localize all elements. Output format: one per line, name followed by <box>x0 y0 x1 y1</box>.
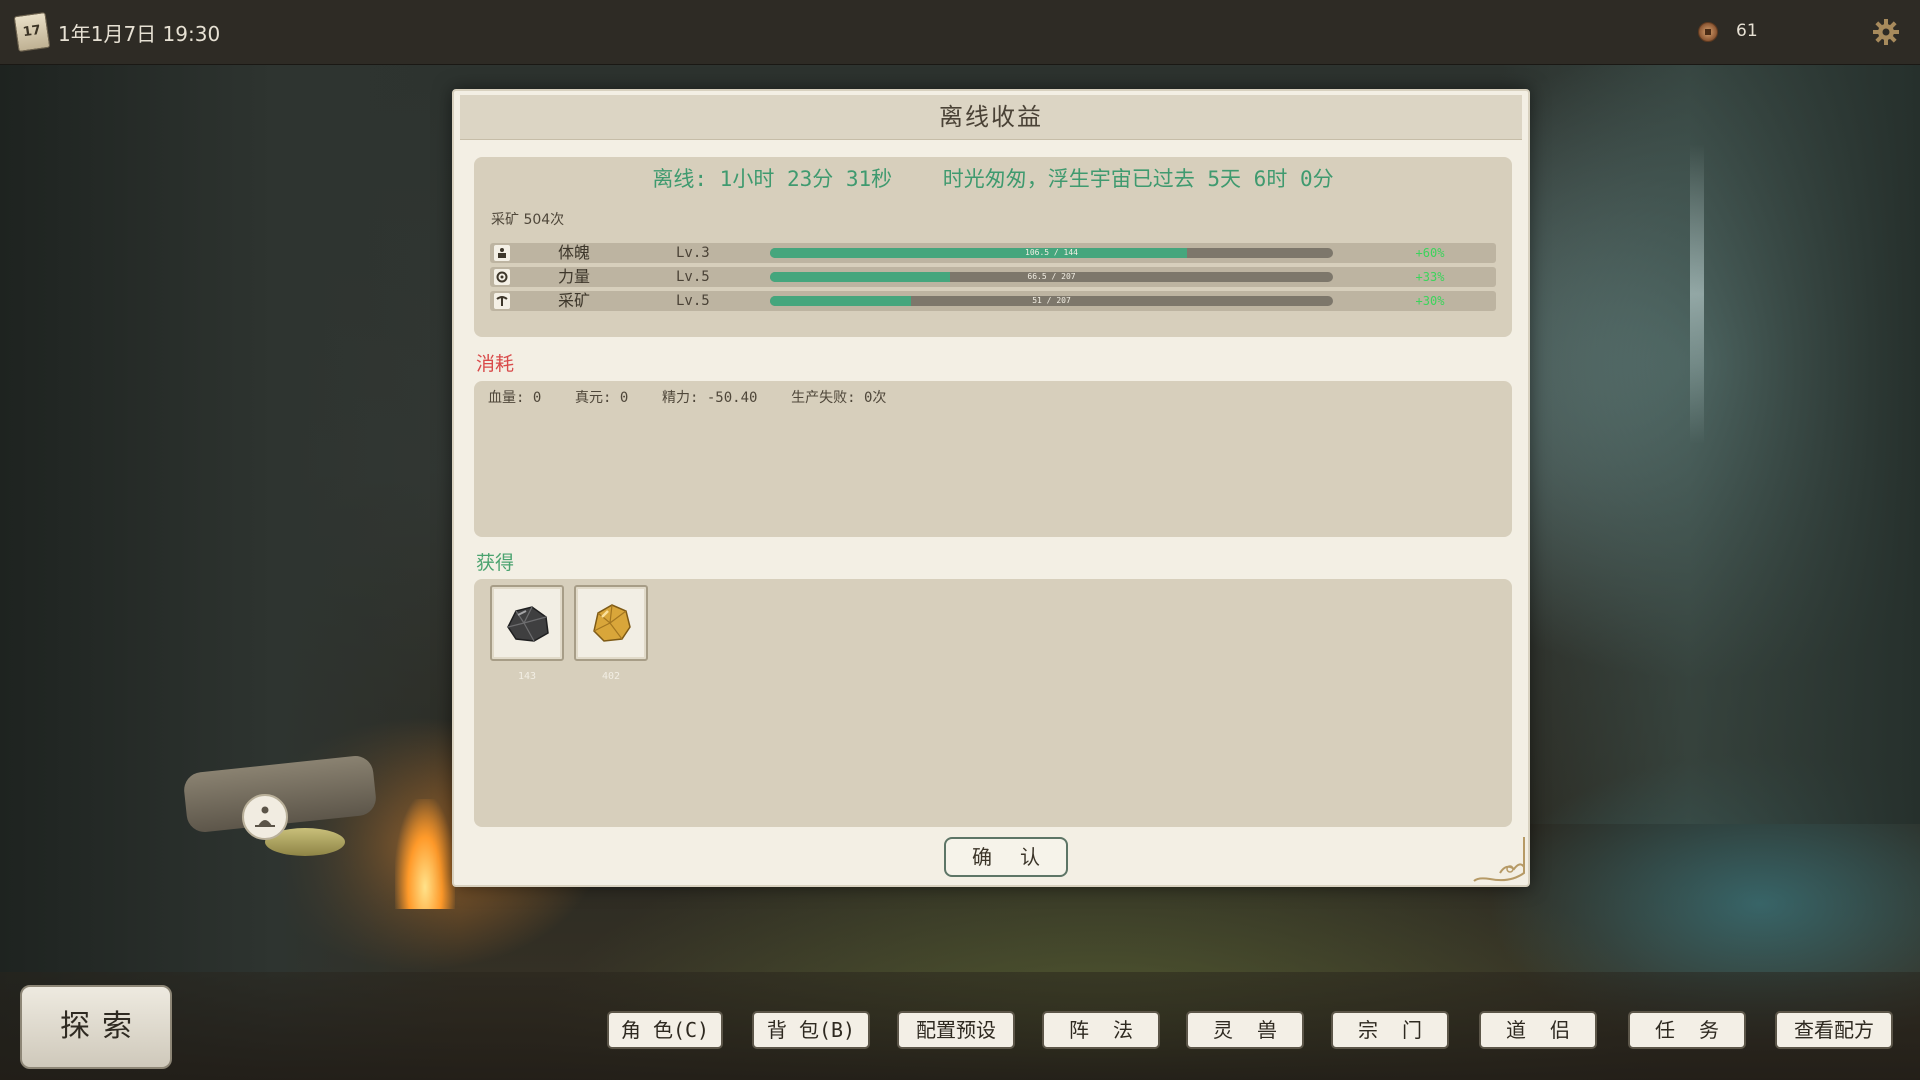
offline-rewards-dialog: 离线收益 离线: 1小时 23分 31秒 时光匆匆，浮生宇宙已过去 5天 6时 … <box>452 89 1530 887</box>
item-slot-iron-ore[interactable] <box>490 585 564 661</box>
skill-row-physique: 体魄 Lv.3 106.5 / 144 +60% <box>490 243 1496 263</box>
nav-sect-button[interactable]: 宗 门 <box>1331 1011 1449 1049</box>
explore-button[interactable]: 探索 <box>20 985 172 1069</box>
game-datetime: 1年1月7日 19:30 <box>58 22 221 46</box>
player-meditating-icon[interactable] <box>242 794 288 840</box>
nav-spirit-beast-button[interactable]: 灵 兽 <box>1186 1011 1304 1049</box>
top-bar: 17 1年1月7日 19:30 61 <box>0 0 1920 65</box>
skill-gain: +60% <box>1415 246 1445 260</box>
skill-progress-bar: 51 / 207 <box>770 296 1333 306</box>
skill-level: Lv.5 <box>676 293 710 309</box>
cave-wall-left <box>0 64 460 1080</box>
skill-name: 采矿 <box>558 291 591 310</box>
coin-icon <box>1698 22 1718 42</box>
activity-count: 采矿 504次 <box>491 212 565 228</box>
dialog-title: 离线收益 <box>939 103 1043 131</box>
consume-heading: 消耗 <box>476 353 515 375</box>
gear-icon[interactable] <box>1872 18 1900 46</box>
nav-recipes-button[interactable]: 查看配方 <box>1775 1011 1893 1049</box>
iron-ore-icon <box>507 606 549 642</box>
skill-progress-text: 66.5 / 207 <box>1027 272 1076 281</box>
pickaxe-skill-icon <box>494 293 510 309</box>
physique-skill-icon <box>494 245 510 261</box>
calendar-icon[interactable]: 17 <box>13 11 51 53</box>
item-count: 143 <box>517 671 537 682</box>
nav-bag-button[interactable]: 背 包(B) <box>752 1011 870 1049</box>
coin-count: 61 <box>1736 21 1758 41</box>
skill-name: 体魄 <box>558 243 591 262</box>
campfire <box>395 799 455 909</box>
nav-formation-button[interactable]: 阵 法 <box>1042 1011 1160 1049</box>
waterfall-grotto <box>1500 64 1920 824</box>
cloud-corner-ornament <box>1473 837 1525 882</box>
consume-panel: 血量: 0 真元: 0 精力: -50.40 生产失败: 0次 <box>474 381 1512 537</box>
dialog-header: 离线收益 <box>460 95 1522 140</box>
nav-companion-button[interactable]: 道 侣 <box>1479 1011 1597 1049</box>
skill-row-mining: 采矿 Lv.5 51 / 207 +30% <box>490 291 1496 311</box>
obtain-panel: 143 402 <box>474 579 1512 827</box>
skill-progress-text: 51 / 207 <box>1032 296 1071 305</box>
skill-name: 力量 <box>558 267 591 286</box>
skill-gain: +30% <box>1415 294 1445 308</box>
nav-character-button[interactable]: 角 色(C) <box>607 1011 723 1049</box>
waterfall <box>1690 144 1704 444</box>
offline-summary-panel: 离线: 1小时 23分 31秒 时光匆匆，浮生宇宙已过去 5天 6时 0分 采矿… <box>474 157 1512 337</box>
confirm-button[interactable]: 确 认 <box>944 837 1068 877</box>
gold-ore-icon <box>593 604 631 642</box>
skill-gain: +33% <box>1415 270 1445 284</box>
skill-progress-bar: 106.5 / 144 <box>770 248 1333 258</box>
nav-quest-button[interactable]: 任 务 <box>1628 1011 1746 1049</box>
skill-level: Lv.5 <box>676 269 710 285</box>
item-count: 402 <box>601 671 621 682</box>
consume-details: 血量: 0 真元: 0 精力: -50.40 生产失败: 0次 <box>488 390 887 406</box>
obtain-heading: 获得 <box>476 552 515 574</box>
item-slot-gold-ore[interactable] <box>574 585 648 661</box>
strength-skill-icon <box>494 269 510 285</box>
skill-progress-bar: 66.5 / 207 <box>770 272 1333 282</box>
nav-preset-button[interactable]: 配置预设 <box>897 1011 1015 1049</box>
skill-progress-text: 106.5 / 144 <box>1025 248 1078 257</box>
skill-level: Lv.3 <box>676 245 710 261</box>
offline-duration: 离线: 1小时 23分 31秒 时光匆匆，浮生宇宙已过去 5天 6时 0分 <box>652 167 1334 191</box>
skill-row-strength: 力量 Lv.5 66.5 / 207 +33% <box>490 267 1496 287</box>
